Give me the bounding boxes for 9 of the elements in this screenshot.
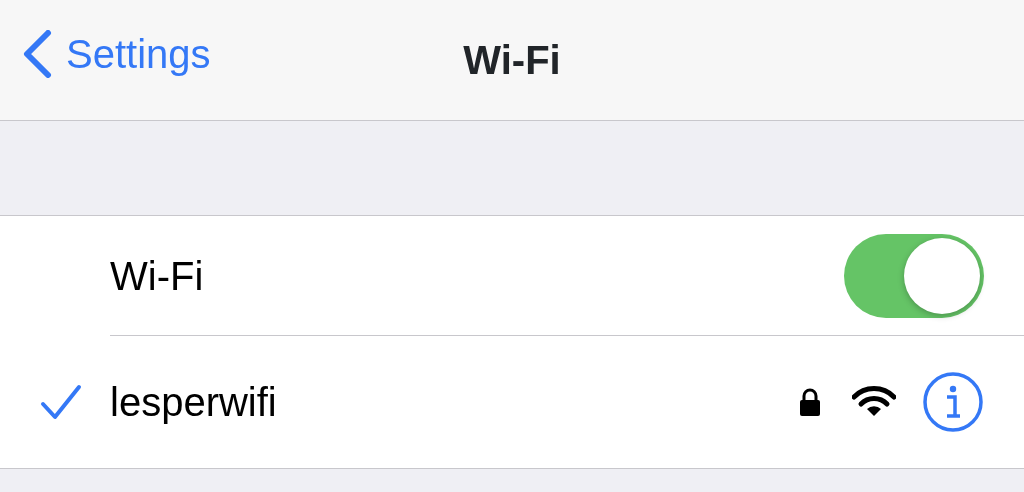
back-chevron-icon: [22, 30, 52, 78]
info-icon[interactable]: [922, 371, 984, 433]
page-title: Wi-Fi: [463, 37, 561, 84]
back-button[interactable]: Settings: [22, 30, 211, 78]
wifi-label: Wi-Fi: [110, 252, 205, 300]
wifi-signal-icon: [852, 386, 896, 418]
network-row[interactable]: lesperwifi: [0, 336, 1024, 468]
checkmark-icon: [40, 384, 82, 420]
network-name: lesperwifi: [110, 379, 278, 426]
